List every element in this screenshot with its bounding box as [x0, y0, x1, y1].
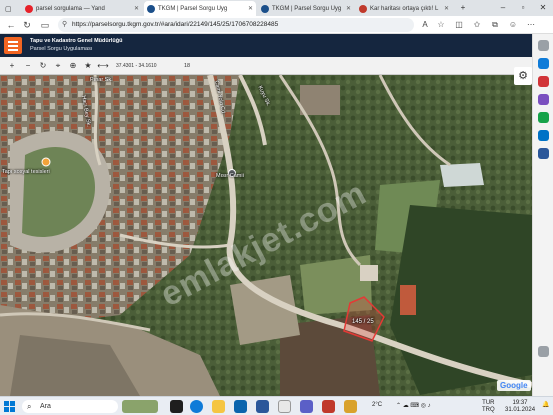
app-header: Tapu ve Kadastro Genel Müdürlüğü Parsel … [0, 34, 532, 57]
tab-title: TKGM | Parsel Sorgu Uyg [272, 5, 342, 12]
tray-icons[interactable]: ⌃ ☁ ⌨ ◎ ♪ [396, 403, 431, 410]
lang2: TRQ [482, 407, 495, 413]
shopping-icon[interactable] [538, 76, 549, 87]
word-icon[interactable] [256, 400, 269, 413]
windows-start-icon[interactable] [4, 401, 15, 412]
screen: ▢ parsel sorgulama — Yand ✕ TKGM | Parse… [0, 0, 553, 415]
more-menu-icon[interactable]: ⋯ [524, 18, 538, 32]
ruler-icon[interactable]: ⟷ [97, 60, 109, 72]
hamburger-menu-button[interactable] [4, 37, 22, 54]
maximize-button[interactable]: ▫ [514, 0, 532, 16]
tools-icon[interactable] [538, 94, 549, 105]
widgets-icon[interactable] [122, 400, 158, 413]
location-icon[interactable]: ⌖ [52, 60, 64, 72]
mosque-label[interactable]: Mısır Camii [216, 173, 244, 179]
favorite-icon[interactable]: ★ [82, 60, 94, 72]
outlook-icon[interactable] [538, 130, 549, 141]
parcel-label: 145 / 25 [352, 319, 374, 325]
lang: TUR [482, 400, 495, 406]
tab-actions[interactable]: ▢ [2, 1, 20, 16]
poi-label[interactable]: Tapı sosyal tesisleri [2, 169, 50, 175]
tab-title: parsel sorgulama — Yand [36, 5, 105, 12]
app-title: Tapu ve Kadastro Genel Müdürlüğü [30, 38, 123, 44]
taskbar-search[interactable]: ⌕ Ara [22, 400, 118, 413]
games-icon[interactable] [538, 112, 549, 123]
map-toolbar: + − ↻ ⌖ ⊕ ★ ⟷ 37.4301 - 34.1610 18 [0, 57, 532, 75]
profile-icon[interactable]: ☺ [506, 18, 520, 32]
tkgm-icon [147, 4, 155, 13]
collections-icon[interactable]: ⧉ [488, 18, 502, 32]
tab-actions-icon: ▢ [5, 5, 12, 13]
teams-icon[interactable] [300, 400, 313, 413]
coordinate-readout: 37.4301 - 34.1610 [116, 63, 157, 69]
tab-title: TKGM | Parsel Sorgu Uyg [158, 5, 228, 12]
road-label: Pınar Sk. [90, 77, 113, 83]
yandex-icon [25, 4, 33, 13]
office-icon[interactable] [538, 148, 549, 159]
tab-tkgm-active[interactable]: TKGM | Parsel Sorgu Uyg ✕ [144, 1, 256, 16]
close-tab-icon[interactable]: ✕ [444, 5, 452, 12]
app-icon[interactable] [322, 400, 335, 413]
lock-icon: ⚲ [62, 21, 68, 28]
search-icon: ⌕ [27, 402, 32, 411]
clock[interactable]: 19:37 31.01.2024 [505, 400, 535, 414]
browser-tab-strip: ▢ parsel sorgulama — Yand ✕ TKGM | Parse… [0, 0, 553, 16]
address-bar[interactable]: ⚲ https://parselsorgu.tkgm.gov.tr/#ara/i… [58, 18, 414, 32]
tkgm-icon [261, 4, 269, 13]
app-subtitle: Parsel Sorgu Uygulaması [30, 46, 93, 52]
windows-taskbar: ⌕ Ara 2°C ⌃ ☁ ⌨ ◎ ♪ TUR TRQ 19:37 31.01.… [0, 396, 553, 415]
notification-icon[interactable]: 🔔 [542, 402, 549, 409]
search-placeholder: Ara [40, 403, 51, 410]
time: 19:37 [512, 400, 528, 406]
settings-gear-icon[interactable]: ⚙ [514, 67, 532, 85]
zoom-level: 18 [184, 63, 191, 69]
zoom-in-button[interactable]: + [6, 60, 18, 72]
edge-icon[interactable] [190, 400, 203, 413]
measure-icon[interactable]: ⊕ [67, 60, 79, 72]
tab-parsel-sorgulama[interactable]: parsel sorgulama — Yand ✕ [22, 1, 142, 16]
store-icon[interactable] [234, 400, 247, 413]
split-screen-icon[interactable]: ◫ [452, 18, 466, 32]
tab-title: Kar haritası ortaya çıktı! L [370, 5, 439, 12]
zoom-out-button[interactable]: − [22, 60, 34, 72]
url-text: https://parselsorgu.tkgm.gov.tr/#ara/ida… [72, 21, 279, 28]
search-icon[interactable] [538, 40, 549, 51]
browser-sidebar [532, 34, 553, 396]
app-icon[interactable] [278, 400, 291, 413]
browser-toolbar: ← ↻ ▭ ⚲ https://parselsorgu.tkgm.gov.tr/… [0, 16, 553, 34]
minimize-button[interactable]: – [494, 0, 512, 16]
sidebar-settings-icon[interactable] [538, 346, 549, 357]
tab-tkgm[interactable]: TKGM | Parsel Sorgu Uyg ✕ [258, 1, 354, 16]
google-logo: Google [497, 380, 531, 391]
back-button[interactable]: ← [4, 18, 18, 32]
file-explorer-icon[interactable] [212, 400, 225, 413]
split-view-icon[interactable]: ▭ [38, 18, 52, 32]
refresh-icon[interactable]: ↻ [37, 60, 49, 72]
close-tab-icon[interactable]: ✕ [346, 5, 354, 12]
tab-kar-haritasi[interactable]: Kar haritası ortaya çıktı! L ✕ [356, 1, 452, 16]
favorite-star-icon[interactable]: ☆ [434, 18, 448, 32]
close-tab-icon[interactable]: ✕ [134, 5, 142, 12]
close-window-button[interactable]: ✕ [534, 0, 552, 16]
map-view[interactable]: emlakjet.com Cami Yolu Cd. Hacı Bey Sk. … [0, 75, 532, 396]
language-indicator[interactable]: TUR TRQ [482, 400, 495, 414]
task-view-icon[interactable] [170, 400, 183, 413]
date: 31.01.2024 [505, 407, 536, 413]
news-icon [359, 4, 367, 13]
read-aloud-icon[interactable]: A [418, 18, 432, 32]
favorites-icon[interactable]: ✩ [470, 18, 484, 32]
reload-button[interactable]: ↻ [20, 18, 34, 32]
copilot-icon[interactable] [538, 58, 549, 69]
weather-temp[interactable]: 2°C [372, 402, 382, 409]
close-tab-icon[interactable]: ✕ [248, 5, 256, 12]
new-tab-button[interactable]: + [454, 0, 472, 16]
app-icon[interactable] [344, 400, 357, 413]
